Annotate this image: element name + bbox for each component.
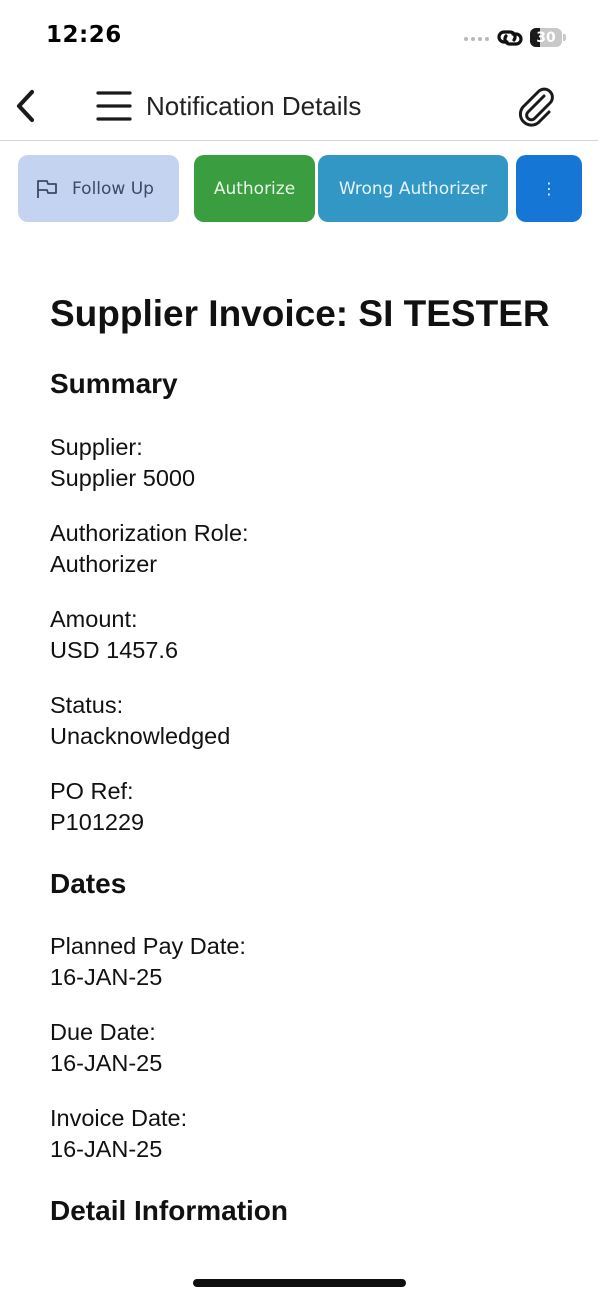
- field-supplier: Supplier: Supplier 5000: [50, 432, 195, 494]
- field-value: USD 1457.6: [50, 637, 179, 663]
- paperclip-icon: [518, 87, 554, 127]
- field-label: Amount:: [50, 606, 138, 632]
- field-due-date: Due Date: 16-JAN-25: [50, 1017, 162, 1079]
- attachment-button[interactable]: [514, 84, 558, 128]
- status-time: 12:26: [46, 22, 122, 48]
- summary-heading: Summary: [50, 368, 178, 399]
- wrong-authorizer-label: Wrong Authorizer: [338, 178, 488, 199]
- field-label: Planned Pay Date:: [50, 933, 246, 959]
- app-header: Notification Details: [0, 72, 598, 141]
- flag-icon: [37, 179, 57, 198]
- more-actions-button[interactable]: ⋮: [516, 155, 582, 222]
- field-value: 16-JAN-25: [50, 1136, 163, 1162]
- battery-level: 30: [536, 29, 556, 46]
- field-value: Authorizer: [50, 551, 158, 577]
- authorize-button[interactable]: Authorize: [194, 155, 315, 222]
- signal-icon: [464, 37, 489, 41]
- field-label: Authorization Role:: [50, 520, 249, 546]
- follow-up-label: Follow Up: [72, 178, 154, 199]
- status-bar: 12:26 30: [0, 0, 598, 70]
- battery-icon: 30: [530, 28, 562, 47]
- wrong-authorizer-button[interactable]: Wrong Authorizer: [318, 155, 508, 222]
- field-label: Status:: [50, 692, 124, 718]
- authorize-label: Authorize: [213, 178, 296, 199]
- battery-cap: [563, 34, 566, 41]
- field-invoice-date: Invoice Date: 16-JAN-25: [50, 1103, 187, 1165]
- notification-details-screen: 12:26 30 Notification Details Follow Up …: [0, 0, 598, 1300]
- field-value: Supplier 5000: [50, 465, 196, 491]
- back-button[interactable]: [8, 86, 42, 126]
- field-authorization-role: Authorization Role: Authorizer: [50, 518, 249, 580]
- dates-heading: Dates: [50, 868, 127, 899]
- field-po-ref: PO Ref: P101229: [50, 776, 144, 838]
- field-status: Status: Unacknowledged: [50, 690, 230, 752]
- field-planned-pay-date: Planned Pay Date: 16-JAN-25: [50, 931, 246, 993]
- document-title: Supplier Invoice: SI TESTER: [50, 293, 550, 334]
- field-label: PO Ref:: [50, 778, 134, 804]
- field-label: Supplier:: [50, 434, 143, 460]
- field-value: Unacknowledged: [50, 723, 231, 749]
- field-amount: Amount: USD 1457.6: [50, 604, 178, 666]
- field-label: Invoice Date:: [50, 1105, 188, 1131]
- field-value: 16-JAN-25: [50, 964, 163, 990]
- action-bar: Follow Up Authorize Wrong Authorizer ⋮: [0, 155, 598, 223]
- field-label: Due Date:: [50, 1019, 156, 1045]
- menu-button[interactable]: [94, 88, 134, 124]
- more-vertical-icon: ⋮: [541, 179, 557, 198]
- page-title: Notification Details: [146, 91, 362, 121]
- link-icon: [497, 30, 523, 46]
- follow-up-button[interactable]: Follow Up: [18, 155, 179, 222]
- home-indicator[interactable]: [193, 1279, 406, 1287]
- field-value: P101229: [50, 809, 145, 835]
- hamburger-menu-icon: [96, 91, 132, 121]
- detail-information-heading: Detail Information: [50, 1195, 289, 1226]
- field-value: 16-JAN-25: [50, 1050, 163, 1076]
- chevron-left-icon: [16, 89, 35, 123]
